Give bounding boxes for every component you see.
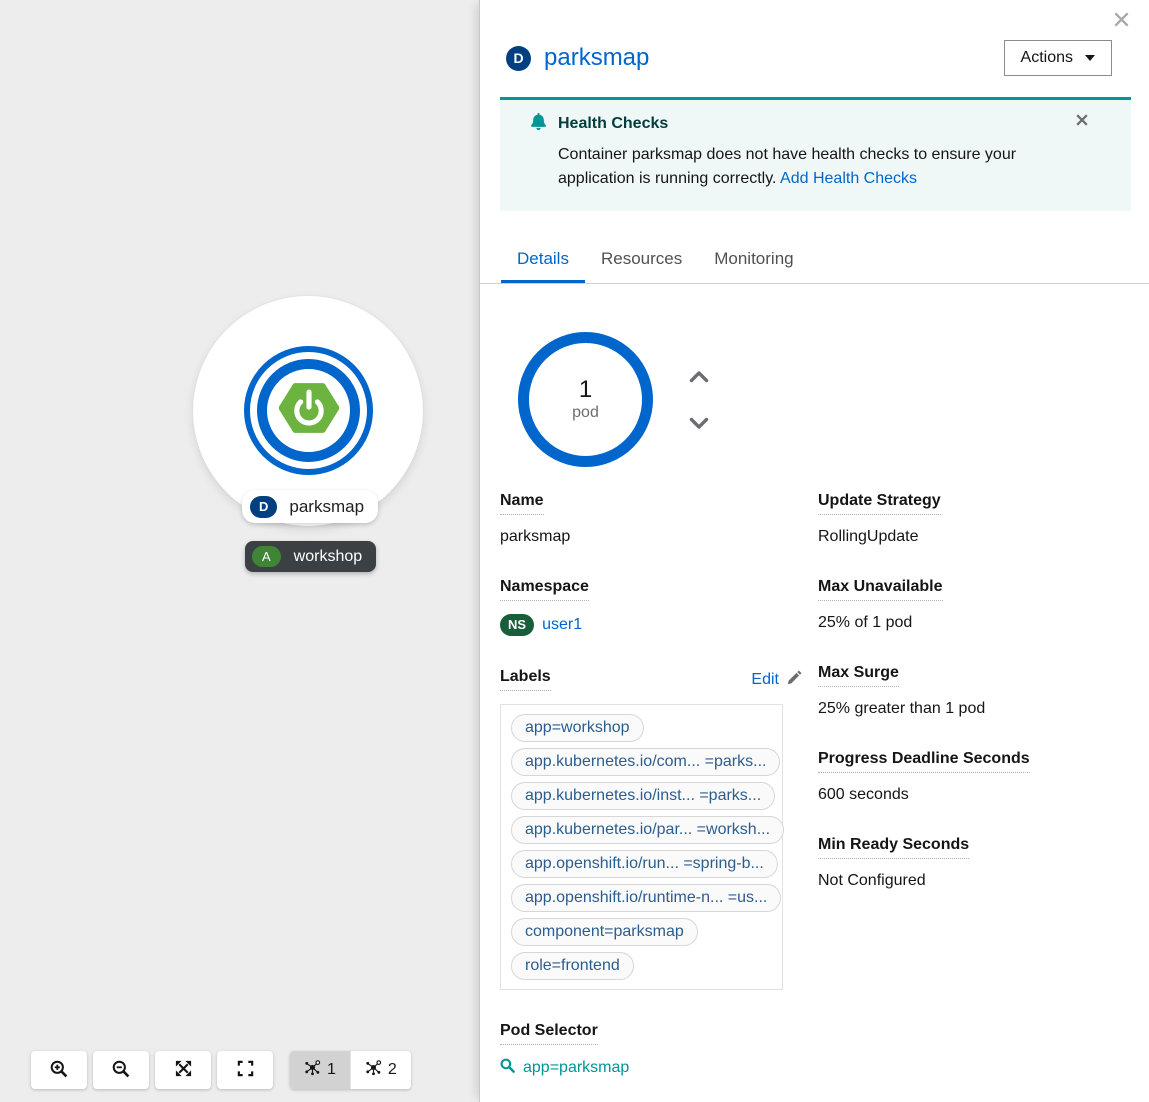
zoom-out-icon xyxy=(111,1059,131,1082)
deployment-node-parksmap[interactable] xyxy=(244,346,373,475)
tab-resources[interactable]: Resources xyxy=(585,235,698,283)
application-label-workshop[interactable]: A workshop xyxy=(245,541,377,572)
edit-labels-button[interactable]: Edit xyxy=(751,669,802,690)
fit-to-screen-button[interactable] xyxy=(155,1051,211,1089)
field-pod-selector: Pod Selector app=parksmap xyxy=(500,1022,818,1078)
detail-level-2-label: 2 xyxy=(387,1061,397,1078)
field-name: Name parksmap xyxy=(500,492,818,546)
chevron-down-icon xyxy=(689,417,709,433)
field-label: Max Unavailable xyxy=(818,578,943,601)
panel-tabs: Details Resources Monitoring xyxy=(480,235,1149,284)
label-pill[interactable]: component=parksmap xyxy=(511,918,698,946)
topology-icon xyxy=(304,1059,321,1081)
deployment-badge: D xyxy=(250,495,278,518)
zoom-out-button[interactable] xyxy=(93,1051,149,1089)
labels-list: app=workshop app.kubernetes.io/com... =p… xyxy=(500,704,785,990)
bell-icon xyxy=(530,113,547,135)
deployment-badge: D xyxy=(506,45,531,71)
field-value: parksmap xyxy=(500,528,571,545)
alert-title: Health Checks xyxy=(558,115,669,132)
detail-level-1-label: 1 xyxy=(327,1061,336,1078)
topology-icon xyxy=(365,1059,382,1081)
label-pill[interactable]: app.kubernetes.io/com... =parks... xyxy=(511,748,781,776)
application-badge: A xyxy=(252,546,281,567)
zoom-in-icon xyxy=(49,1059,69,1082)
spring-boot-icon xyxy=(278,378,339,443)
field-value: 25% of 1 pod xyxy=(818,614,913,631)
chevron-up-icon xyxy=(689,370,709,386)
field-label: Labels xyxy=(500,668,551,691)
field-label: Max Surge xyxy=(818,664,899,687)
label-pill[interactable]: app.kubernetes.io/par... =worksh... xyxy=(511,816,785,844)
topology-toolbar: 1 2 xyxy=(31,1051,411,1089)
alert-close-button[interactable] xyxy=(1075,113,1089,127)
scale-down-button[interactable] xyxy=(683,415,715,432)
field-progress-deadline: Progress Deadline Seconds 600 seconds xyxy=(818,750,1129,804)
pod-selector-link[interactable]: app=parksmap xyxy=(500,1058,818,1078)
close-icon xyxy=(1113,12,1130,31)
label-pill[interactable]: role=frontend xyxy=(511,952,634,980)
detail-level-2-button[interactable]: 2 xyxy=(349,1051,411,1089)
pod-count: 1 xyxy=(578,376,593,403)
search-icon xyxy=(500,1058,515,1078)
health-checks-alert: Health Checks Container parksmap does no… xyxy=(500,97,1131,211)
tab-details[interactable]: Details xyxy=(501,235,585,283)
close-icon xyxy=(1075,114,1089,130)
label-pill[interactable]: app.kubernetes.io/inst... =parks... xyxy=(511,782,776,810)
label-pill[interactable]: app=workshop xyxy=(511,714,644,742)
reset-view-icon xyxy=(236,1059,255,1081)
field-label: Progress Deadline Seconds xyxy=(818,750,1030,773)
resource-side-panel: D parksmap Actions Health Checks Contain… xyxy=(479,0,1149,1102)
field-label: Name xyxy=(500,492,544,515)
field-value: Not Configured xyxy=(818,872,926,889)
field-label: Min Ready Seconds xyxy=(818,836,970,859)
node-label-text: parksmap xyxy=(289,496,365,516)
pod-status-ring xyxy=(257,359,360,462)
reset-view-button[interactable] xyxy=(217,1051,273,1089)
tab-monitoring[interactable]: Monitoring xyxy=(698,235,809,283)
label-pill[interactable]: app.openshift.io/runtime-n... =us... xyxy=(511,884,782,912)
label-pill[interactable]: app.openshift.io/run... =spring-b... xyxy=(511,850,778,878)
field-update-strategy: Update Strategy RollingUpdate xyxy=(818,492,1129,546)
pencil-icon xyxy=(787,669,802,690)
add-health-checks-link[interactable]: Add Health Checks xyxy=(780,170,917,187)
detail-level-1-button[interactable]: 1 xyxy=(290,1051,350,1089)
fit-to-screen-icon xyxy=(174,1059,193,1081)
namespace-link[interactable]: user1 xyxy=(542,616,582,634)
scale-up-button[interactable] xyxy=(683,368,715,385)
field-value: RollingUpdate xyxy=(818,528,919,545)
field-value: 600 seconds xyxy=(818,786,909,803)
pod-selector-value: app=parksmap xyxy=(523,1059,630,1076)
field-namespace: Namespace NS user1 xyxy=(500,578,818,636)
field-label: Pod Selector xyxy=(500,1022,598,1045)
pod-count-donut[interactable]: 1 pod xyxy=(518,332,653,467)
panel-close-button[interactable] xyxy=(1113,11,1130,28)
page-title[interactable]: parksmap xyxy=(544,44,649,72)
details-tab-content: 1 pod Name parksmap Namespace NS user1 L… xyxy=(480,284,1149,1102)
field-label: Update Strategy xyxy=(818,492,941,515)
field-max-surge: Max Surge 25% greater than 1 pod xyxy=(818,664,1129,718)
application-label-text: workshop xyxy=(293,547,363,565)
caret-down-icon xyxy=(1085,55,1095,61)
actions-label: Actions xyxy=(1020,49,1073,66)
field-value: 25% greater than 1 pod xyxy=(818,700,986,717)
detail-level-group: 1 2 xyxy=(290,1051,411,1089)
field-min-ready: Min Ready Seconds Not Configured xyxy=(818,836,1129,890)
pod-unit-label: pod xyxy=(572,404,599,421)
field-max-unavailable: Max Unavailable 25% of 1 pod xyxy=(818,578,1129,632)
zoom-in-button[interactable] xyxy=(31,1051,87,1089)
actions-dropdown-button[interactable]: Actions xyxy=(1003,40,1112,76)
panel-header: D parksmap Actions xyxy=(506,40,1112,76)
field-label: Namespace xyxy=(500,578,589,601)
node-label-parksmap[interactable]: D parksmap xyxy=(242,490,379,523)
namespace-badge: NS xyxy=(500,614,535,636)
field-labels: Labels Edit app=workshop app.kubernetes.… xyxy=(500,668,818,990)
edit-label: Edit xyxy=(751,670,779,688)
